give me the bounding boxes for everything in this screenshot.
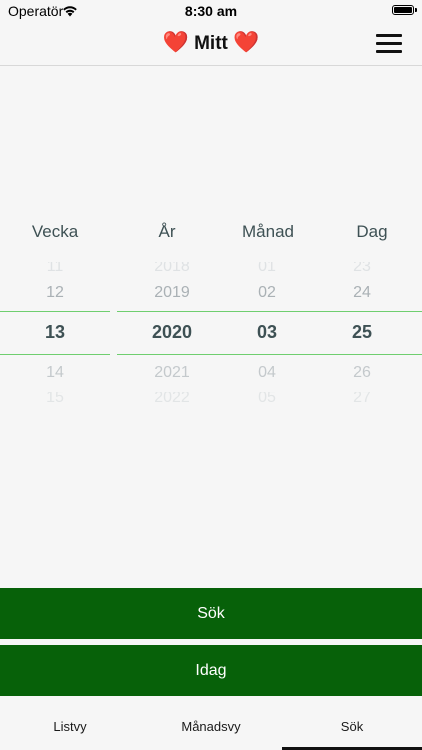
picker-option[interactable]: 02 [217,284,317,302]
status-time: 8:30 am [184,3,238,19]
day-picker[interactable]: 23 24 25 26 27 [312,262,412,404]
picker-option: 2022 [154,392,190,404]
week-selection-line-bottom [0,354,110,355]
nav-bar: ❤️ Mitt ❤️ [0,22,422,66]
page-title: ❤️ Mitt ❤️ [0,31,422,55]
picker-selected-week[interactable]: 13 [0,322,110,343]
date-selection-line-bottom [117,354,422,355]
week-selection-line-top [0,311,110,312]
tab-month-view[interactable]: Månadsvy [141,697,281,750]
picker-option[interactable]: 12 [0,284,110,302]
picker-option: 23 [353,262,371,272]
picker-option: 01 [258,262,276,272]
picker-option: 05 [258,392,276,404]
month-header: Månad [242,222,294,241]
picker-selected-day[interactable]: 25 [312,322,412,343]
tab-list-view[interactable]: Listvy [0,697,140,750]
picker-selected-month[interactable]: 03 [217,322,317,343]
picker-option: 15 [46,392,64,404]
search-button[interactable]: Sök [0,588,422,639]
status-bar: Operatör 8:30 am [0,0,422,22]
heart-icon: ❤️ [233,31,260,54]
year-picker[interactable]: 2018 2019 2020 2021 2022 [117,262,227,404]
month-picker[interactable]: 01 02 03 04 05 [217,262,317,404]
picker-option[interactable]: 24 [312,284,412,302]
tab-bar: Listvy Månadsvy Sök [0,697,422,750]
picker-selected-year[interactable]: 2020 [117,322,227,343]
tab-search[interactable]: Sök [282,697,422,750]
today-button[interactable]: Idag [0,645,422,696]
picker-option[interactable]: 26 [312,364,412,382]
picker-option: 27 [353,392,371,404]
picker-option[interactable]: 04 [217,364,317,382]
battery-icon [392,5,414,15]
picker-option: 2018 [154,262,190,272]
week-picker[interactable]: 11 12 13 14 15 [0,262,110,404]
heart-icon: ❤️ [162,31,189,54]
screen: Operatör 8:30 am ❤️ Mitt ❤️ Vecka År Mån… [0,0,422,750]
picker-option[interactable]: 2019 [117,284,227,302]
week-header: Vecka [31,222,79,241]
date-selection-line-top [117,311,422,312]
picker-option[interactable]: 2021 [117,364,227,382]
picker-option: 11 [46,262,64,272]
hamburger-menu-icon[interactable] [376,34,402,54]
day-header: Dag [356,222,388,241]
page-title-text: Mitt [194,33,228,54]
year-header: År [158,222,176,241]
battery-tip [415,8,417,12]
picker-option[interactable]: 14 [0,364,110,382]
